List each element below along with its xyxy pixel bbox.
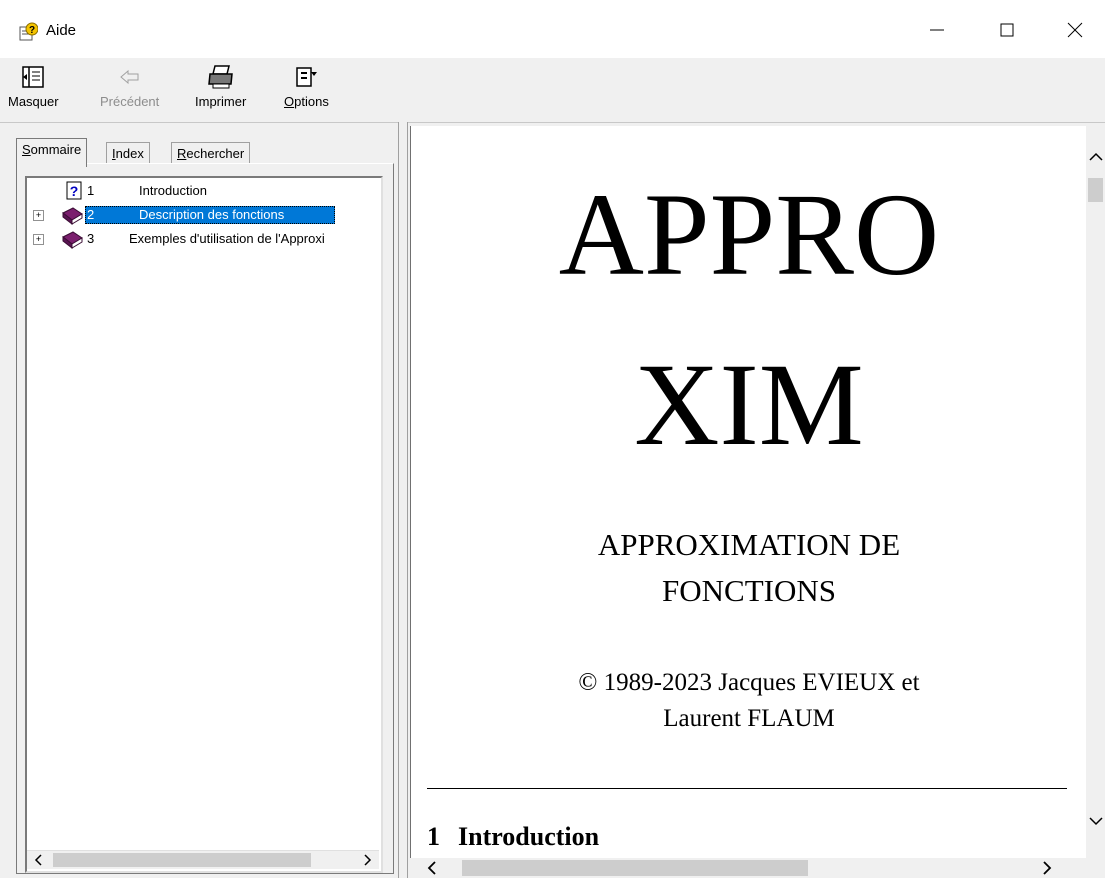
subtitle-line1: APPROXIMATION DE <box>597 527 901 562</box>
subtitle-line2: FONCTIONS <box>662 573 836 608</box>
masquer-label: Masquer <box>8 94 59 109</box>
hide-pane-icon <box>22 66 45 88</box>
book-icon <box>62 207 83 225</box>
options-icon <box>296 67 318 87</box>
scroll-left-icon[interactable] <box>27 851 49 869</box>
close-icon <box>1067 22 1083 38</box>
contents-panel: ? 1 Introduction + 2 Description des fon… <box>16 163 394 874</box>
copyright-line2: Laurent FLAUM <box>663 705 835 732</box>
scrollbar-thumb[interactable] <box>462 860 808 876</box>
scroll-right-icon[interactable] <box>1036 859 1058 877</box>
window-title: Aide <box>46 22 77 39</box>
tree-item-number: 2 <box>87 207 95 222</box>
document-title-line2: XIM <box>634 339 864 470</box>
title-bar: ? Aide <box>0 0 1105 59</box>
tree-item-title: Description des fonctions <box>139 207 285 222</box>
printer-icon <box>207 65 233 89</box>
tab-rechercher-label: Rechercher <box>177 146 245 161</box>
imprimer-label: Imprimer <box>195 94 247 109</box>
back-arrow-icon <box>119 69 139 85</box>
imprimer-button[interactable]: Imprimer <box>195 62 246 109</box>
tab-rechercher[interactable]: Rechercher <box>171 142 251 165</box>
expand-icon[interactable]: + <box>33 234 44 245</box>
scroll-left-icon[interactable] <box>420 859 442 877</box>
minimize-icon <box>930 29 944 31</box>
scrollbar-thumb[interactable] <box>1088 178 1103 202</box>
topic-content: APPRO XIM APPROXIMATION DE FONCTIONS © 1… <box>410 126 1087 858</box>
scrollbar-corner <box>1086 858 1105 878</box>
tree-item-number: 3 <box>87 231 95 246</box>
tree-horizontal-scrollbar[interactable] <box>27 850 379 869</box>
tab-sommaire[interactable]: Sommaire <box>16 138 88 167</box>
close-button[interactable] <box>1052 10 1098 50</box>
tree-item-title: Exemples d'utilisation de l'Approxi <box>129 231 325 246</box>
precedent-button[interactable]: Précédent <box>100 62 159 109</box>
tree-item-exemples[interactable]: + 3 Exemples d'utilisation de l'Approxi <box>27 228 379 250</box>
scrollbar-thumb[interactable] <box>53 853 311 867</box>
tab-index-label: Index <box>112 146 144 161</box>
scroll-down-icon[interactable] <box>1089 814 1103 829</box>
options-label: Options <box>284 94 329 109</box>
options-button[interactable]: Options <box>284 62 329 109</box>
navigation-pane: Sommaire Index Rechercher ? 1 Introducti… <box>12 128 395 874</box>
section-number: 1 <box>427 822 440 851</box>
tab-sommaire-label: Sommaire <box>22 142 82 157</box>
toolbar: Masquer Précédent Imprimer Options <box>0 58 1105 123</box>
minimize-button[interactable] <box>914 10 960 50</box>
book-icon <box>62 231 83 249</box>
svg-text:?: ? <box>29 25 35 36</box>
expand-icon[interactable]: + <box>33 210 44 221</box>
section-title: Introduction <box>458 822 600 851</box>
precedent-label: Précédent <box>100 94 160 109</box>
tree-item-number: 1 <box>87 183 95 198</box>
contents-tree[interactable]: ? 1 Introduction + 2 Description des fon… <box>25 176 383 873</box>
svg-text:?: ? <box>70 183 79 199</box>
tree-item-title: Introduction <box>139 183 207 198</box>
content-horizontal-scrollbar[interactable] <box>410 858 1086 878</box>
content-vertical-scrollbar[interactable] <box>1086 126 1105 858</box>
section-heading: 1 Introduction <box>427 822 599 852</box>
tab-index[interactable]: Index <box>106 142 150 165</box>
scroll-right-icon[interactable] <box>357 851 379 869</box>
horizontal-rule <box>427 788 1067 789</box>
help-book-icon: ? <box>19 22 38 41</box>
tree-item-introduction[interactable]: ? 1 Introduction <box>27 180 379 202</box>
copyright-line1: © 1989-2023 Jacques EVIEUX et <box>578 669 920 696</box>
masquer-button[interactable]: Masquer <box>8 62 59 109</box>
maximize-icon <box>1000 23 1014 37</box>
pane-splitter[interactable] <box>398 122 408 878</box>
help-page-icon: ? <box>66 181 82 200</box>
scroll-up-icon[interactable] <box>1089 150 1103 165</box>
tree-item-description[interactable]: + 2 Description des fonctions <box>27 204 379 226</box>
maximize-button[interactable] <box>984 10 1030 50</box>
document-title-line1: APPRO <box>558 169 940 300</box>
